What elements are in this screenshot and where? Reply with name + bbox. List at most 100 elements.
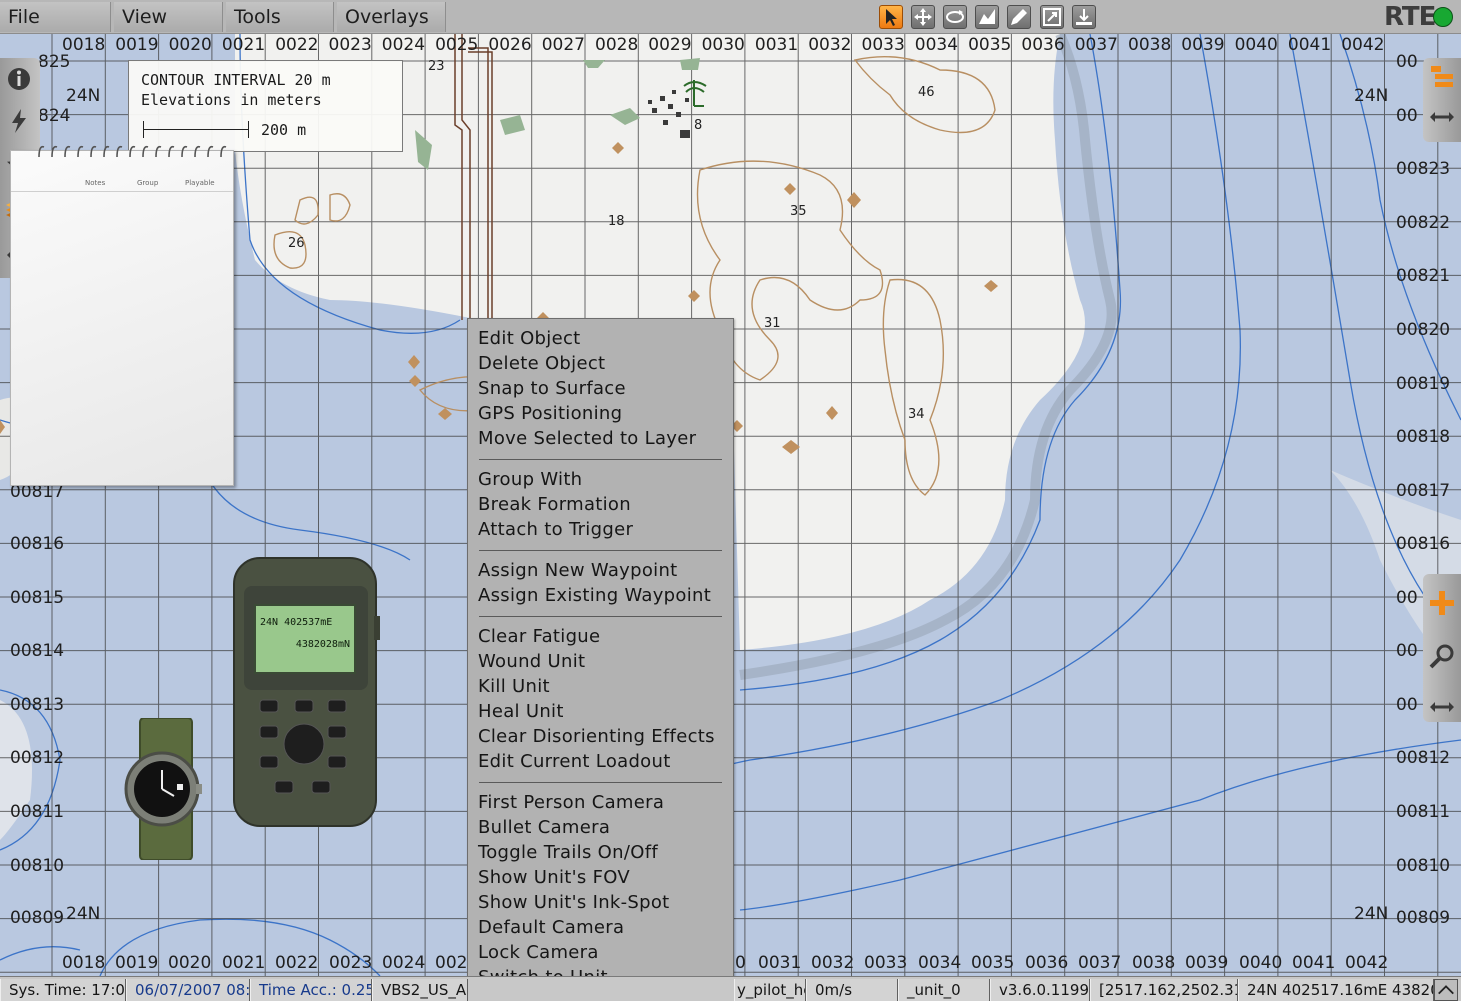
menu-kill-unit[interactable]: Kill Unit bbox=[468, 674, 733, 699]
top-easting-label: 0033 bbox=[861, 35, 905, 55]
menu-edit-current-loadout[interactable]: Edit Current Loadout bbox=[468, 749, 733, 774]
menu-clear-disorienting-effects[interactable]: Clear Disorienting Effects bbox=[468, 724, 733, 749]
gps-easting: 24N 402537mE bbox=[260, 617, 333, 628]
bottom-easting-label: 0 bbox=[735, 953, 746, 973]
bottom-easting-label: 002 bbox=[435, 953, 468, 973]
right-toolbar-top bbox=[1423, 58, 1461, 142]
bottom-easting-label: 0033 bbox=[864, 953, 908, 973]
menu-assign-existing-waypoint[interactable]: Assign Existing Waypoint bbox=[468, 583, 733, 608]
menu-overlays[interactable]: Overlays bbox=[337, 2, 446, 32]
right-northing-label: 00812 bbox=[1396, 748, 1451, 768]
magnifier-icon[interactable] bbox=[1427, 642, 1457, 672]
bottom-easting-label: 0039 bbox=[1185, 953, 1229, 973]
zone-label: 24N bbox=[66, 904, 101, 924]
menu-show-unit-ink-spot[interactable]: Show Unit's Ink-Spot bbox=[468, 890, 733, 915]
top-easting-label: 0038 bbox=[1128, 35, 1172, 55]
bottom-easting-label: 0021 bbox=[222, 953, 266, 973]
legend-contour-interval: CONTOUR INTERVAL 20 m bbox=[141, 71, 331, 89]
bottom-easting-label: 0032 bbox=[811, 953, 855, 973]
menu-tools[interactable]: Tools bbox=[226, 2, 334, 32]
top-easting-label: 0037 bbox=[1074, 35, 1118, 55]
right-northing-label: 00818 bbox=[1396, 427, 1451, 447]
scale-bar-label: 200 m bbox=[261, 121, 307, 139]
top-easting-label: 0022 bbox=[275, 35, 319, 55]
menu-view[interactable]: View bbox=[114, 2, 223, 32]
menu-file[interactable]: File bbox=[0, 2, 111, 32]
gps-northing: 4382028mN bbox=[295, 639, 350, 650]
right-toolbar-bottom bbox=[1423, 574, 1461, 722]
elevation-label: 35 bbox=[790, 204, 807, 219]
context-menu: Edit Object Delete Object Snap to Surfac… bbox=[467, 318, 734, 1001]
right-northing-label: 00822 bbox=[1396, 213, 1451, 233]
bottom-easting-label: 0022 bbox=[275, 953, 319, 973]
scale-bar-line bbox=[143, 121, 249, 138]
menu-edit-object[interactable]: Edit Object bbox=[468, 326, 733, 351]
menu-break-formation[interactable]: Break Formation bbox=[468, 492, 733, 517]
menu-delete-object[interactable]: Delete Object bbox=[468, 351, 733, 376]
menu-move-selected-to-layer[interactable]: Move Selected to Layer bbox=[468, 426, 733, 451]
left-northing-label: 00816 bbox=[10, 534, 65, 554]
top-easting-label: 0036 bbox=[1021, 35, 1065, 55]
bottom-easting-label: 0023 bbox=[329, 953, 373, 973]
bottom-easting-label: 0041 bbox=[1292, 953, 1336, 973]
menu-gps-positioning[interactable]: GPS Positioning bbox=[468, 401, 733, 426]
menu-bullet-camera[interactable]: Bullet Camera bbox=[468, 815, 733, 840]
menu-toggle-trails[interactable]: Toggle Trails On/Off bbox=[468, 840, 733, 865]
bottom-easting-label: 0034 bbox=[918, 953, 962, 973]
notepad-divider bbox=[11, 191, 233, 192]
top-easting-label: 0034 bbox=[914, 35, 959, 55]
notepad-header-notes: Notes bbox=[85, 179, 106, 187]
menu-default-camera[interactable]: Default Camera bbox=[468, 915, 733, 940]
status-date: 06/07/2007 08: bbox=[126, 979, 250, 1001]
elevation-label: 26 bbox=[288, 236, 305, 251]
wristwatch[interactable] bbox=[124, 717, 208, 861]
top-easting-label: 0025 bbox=[435, 35, 479, 55]
right-northing-label: 00 bbox=[1396, 695, 1418, 715]
menu-heal-unit[interactable]: Heal Unit bbox=[468, 699, 733, 724]
right-northing-label: 00 bbox=[1396, 641, 1418, 661]
notepad-panel[interactable]: Notes Group Playable bbox=[10, 145, 234, 486]
elevation-label: 46 bbox=[918, 85, 935, 100]
legend-elevation-units: Elevations in meters bbox=[141, 91, 322, 109]
left-northing-label: 00815 bbox=[10, 588, 65, 608]
menu-lock-camera[interactable]: Lock Camera bbox=[468, 940, 733, 965]
bottom-easting-label: 0018 bbox=[62, 953, 106, 973]
menu-clear-fatigue[interactable]: Clear Fatigue bbox=[468, 624, 733, 649]
menu-show-unit-fov[interactable]: Show Unit's FOV bbox=[468, 865, 733, 890]
add-icon[interactable] bbox=[1427, 588, 1457, 618]
terrain-tool-icon[interactable] bbox=[975, 5, 999, 29]
watch-icon bbox=[124, 717, 202, 861]
info-icon[interactable] bbox=[4, 64, 34, 94]
top-easting-label: 0032 bbox=[808, 35, 852, 55]
right-northing-label: 00817 bbox=[1396, 481, 1451, 501]
chevron-up-icon[interactable] bbox=[1434, 979, 1458, 1001]
menu-first-person-camera[interactable]: First Person Camera bbox=[468, 790, 733, 815]
top-easting-label: 0039 bbox=[1181, 35, 1225, 55]
place-tool-icon[interactable] bbox=[1072, 5, 1096, 29]
menu-separator bbox=[479, 459, 722, 460]
menu-group-with[interactable]: Group With bbox=[468, 467, 733, 492]
lightning-icon[interactable] bbox=[4, 106, 34, 136]
left-northing-label: 824 bbox=[38, 106, 71, 126]
left-northing-label: 00814 bbox=[10, 641, 65, 661]
status-led-icon bbox=[1433, 7, 1453, 27]
select-tool-icon[interactable] bbox=[879, 5, 903, 29]
expand-horizontal-icon[interactable] bbox=[1427, 102, 1457, 132]
expand-horizontal-icon[interactable] bbox=[1427, 692, 1457, 722]
gps-device[interactable]: 24N 402537mE 4382028mN bbox=[232, 556, 380, 828]
move-tool-icon[interactable] bbox=[911, 5, 935, 29]
top-easting-label: 0030 bbox=[701, 35, 745, 55]
menu-wound-unit[interactable]: Wound Unit bbox=[468, 649, 733, 674]
edit-tool-icon[interactable] bbox=[1007, 5, 1031, 29]
layer-list-icon[interactable] bbox=[1427, 62, 1457, 92]
menu-assign-new-waypoint[interactable]: Assign New Waypoint bbox=[468, 558, 733, 583]
menu-snap-to-surface[interactable]: Snap to Surface bbox=[468, 376, 733, 401]
status-sys-time: Sys. Time: 17:0 bbox=[0, 979, 126, 1001]
menu-attach-to-trigger[interactable]: Attach to Trigger bbox=[468, 517, 733, 542]
right-northing-label: 00 bbox=[1396, 52, 1418, 72]
top-easting-label: 0040 bbox=[1234, 35, 1278, 55]
rotate-tool-icon[interactable] bbox=[943, 5, 967, 29]
resize-tool-icon[interactable] bbox=[1040, 5, 1064, 29]
menu-bar: File View Tools Overlays RTE bbox=[0, 0, 1461, 34]
bottom-easting-label: 0037 bbox=[1078, 953, 1122, 973]
